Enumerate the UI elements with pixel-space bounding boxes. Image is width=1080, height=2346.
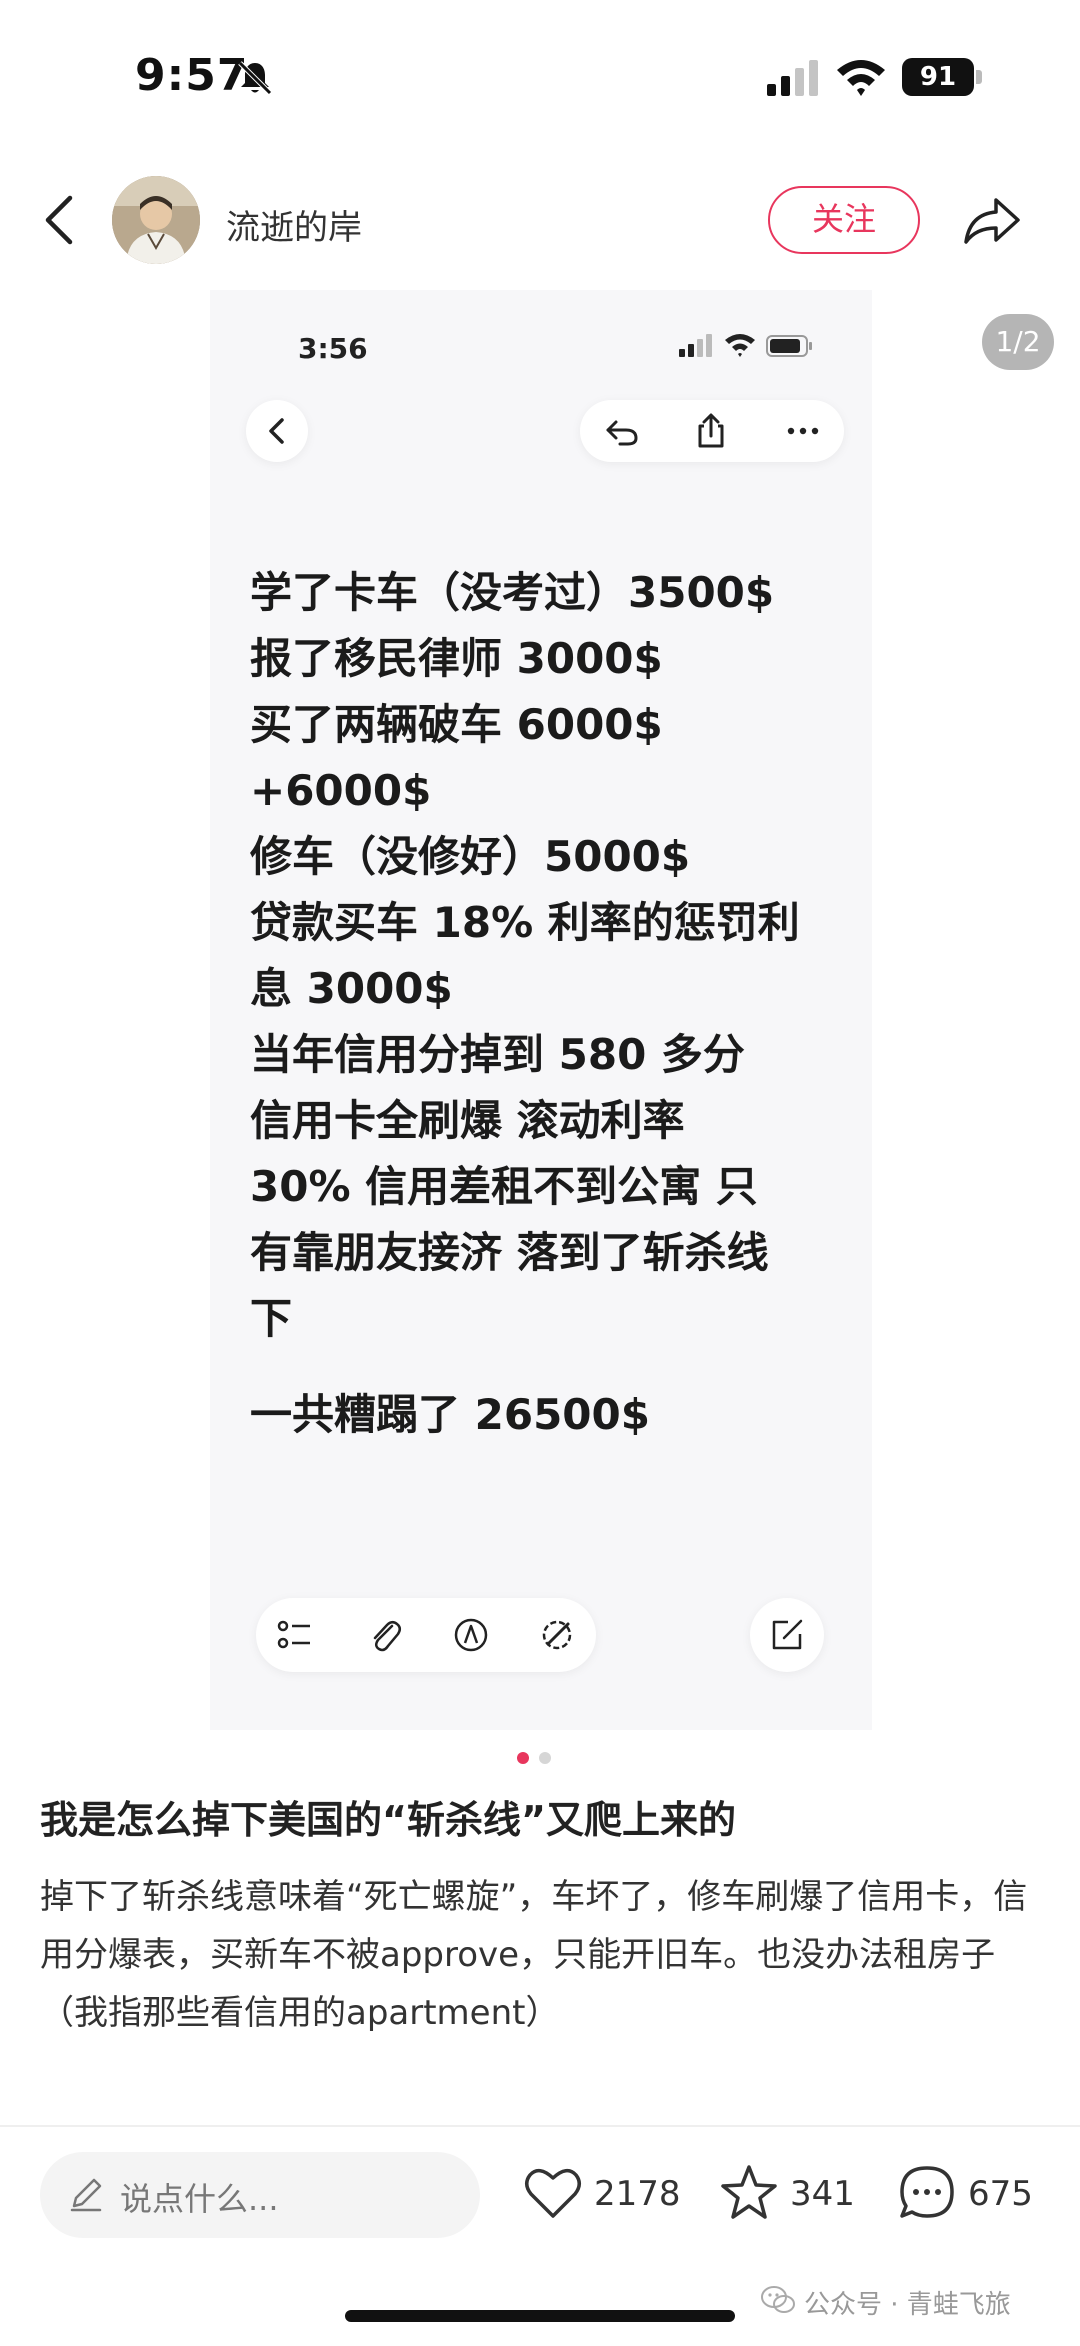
image-compose-icon [772, 1619, 803, 1650]
favorite-count: 341 [790, 2174, 855, 2214]
post-header: 流逝的岸 关注 [0, 170, 1080, 270]
heart-icon[interactable] [522, 2162, 584, 2224]
home-indicator[interactable] [345, 2310, 735, 2322]
wifi-icon [837, 60, 885, 96]
comment-count: 675 [968, 2174, 1033, 2214]
image-wifi-icon [725, 334, 755, 357]
image-writing-tools-icon [542, 1620, 572, 1650]
comment-bubble-icon[interactable] [896, 2162, 958, 2224]
image-back-button [246, 400, 308, 462]
image-attachment-icon [373, 1621, 401, 1652]
image-undo-icon [606, 420, 638, 446]
post-title: 我是怎么掉下美国的“斩杀线”又爬上来的 [40, 1798, 736, 1842]
image-bottom-toolbar [256, 1598, 596, 1672]
watermark: 公众号 · 青蛙飞旅 [760, 2282, 1060, 2322]
image-battery-icon [766, 335, 812, 357]
image-more-icon [787, 427, 819, 435]
cellular-signal-icon [767, 60, 818, 96]
image-status-time: 3:56 [298, 332, 368, 365]
like-count: 2178 [594, 2174, 681, 2214]
image-share-icon [698, 413, 724, 448]
image-checklist-icon [277, 1620, 310, 1649]
comment-action[interactable]: 675 [896, 2162, 1046, 2228]
pencil-icon [70, 2178, 102, 2212]
battery-indicator: 91 [902, 58, 982, 96]
image-note-text: 学了卡车（没考过）3500$ 报了移民律师 3000$ 买了两辆破车 6000$… [250, 568, 800, 1343]
image-toolbar [580, 400, 844, 462]
status-bar: 9:57 91 [0, 0, 1080, 150]
bell-muted-icon [238, 61, 272, 95]
wechat-icon [761, 2286, 795, 2313]
comment-placeholder: 说点什么... [120, 2180, 279, 2218]
divider [0, 2125, 1080, 2127]
star-icon[interactable] [718, 2162, 780, 2224]
follow-button[interactable]: 关注 [768, 186, 920, 254]
image-note-total: 一共糟蹋了 26500$ [250, 1390, 650, 1439]
comment-input[interactable]: 说点什么... [40, 2152, 480, 2238]
watermark-text: 公众号 · 青蛙飞旅 [804, 2290, 1011, 2320]
author-name[interactable]: 流逝的岸 [226, 200, 362, 249]
post-body: 掉下了斩杀线意味着“死亡螺旋”，车坏了，修车刷爆了信用卡，信用分爆表，买新车不被… [40, 1877, 1028, 2033]
battery-tip [976, 70, 982, 84]
author-avatar[interactable] [112, 176, 200, 264]
battery-level: 91 [902, 58, 974, 96]
image-page-counter: 1/2 [982, 314, 1054, 370]
pagination-dot-active[interactable] [517, 1752, 529, 1764]
avatar-image [112, 176, 200, 264]
image-compose-button [750, 1598, 824, 1672]
favorite-action[interactable]: 341 [718, 2162, 858, 2228]
image-back-icon [269, 418, 284, 444]
image-signal-icon [679, 334, 712, 357]
image-pagination-dots[interactable] [513, 1752, 573, 1766]
status-time: 9:57 [135, 50, 249, 101]
post-image[interactable]: 3:56 学了卡车（没考过）3500$ 报了移民律师 3000$ 买了两辆破车 … [210, 290, 872, 1730]
pagination-dot[interactable] [539, 1752, 551, 1764]
share-icon[interactable] [962, 192, 1022, 248]
back-arrow-icon[interactable] [38, 192, 84, 248]
image-markup-icon [454, 1618, 488, 1652]
like-action[interactable]: 2178 [522, 2162, 682, 2228]
